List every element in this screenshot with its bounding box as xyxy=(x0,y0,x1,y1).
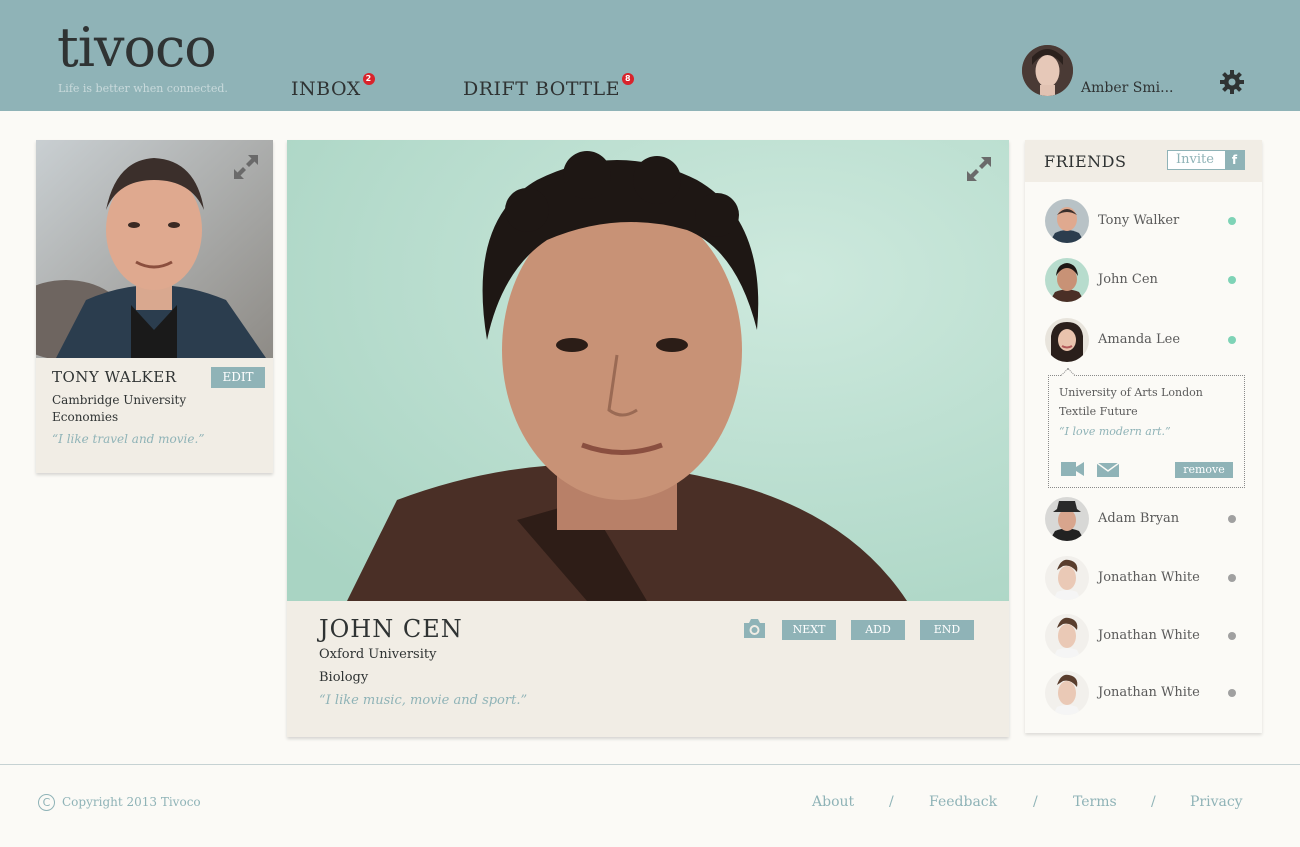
offline-status-dot xyxy=(1228,574,1236,582)
facebook-icon: f xyxy=(1225,151,1244,169)
footer-separator: / xyxy=(889,794,894,810)
friend-name: Tony Walker xyxy=(1098,213,1180,228)
online-status-dot xyxy=(1228,276,1236,284)
nav-inbox-label: INBOX xyxy=(291,78,361,100)
invite-button[interactable]: Invite f xyxy=(1167,150,1245,170)
friend-item[interactable]: Jonathan White xyxy=(1025,614,1262,660)
match-name: JOHN CEN xyxy=(319,615,463,643)
remove-friend-button[interactable]: remove xyxy=(1175,462,1233,478)
offline-status-dot xyxy=(1228,515,1236,523)
match-quote: “I like music, movie and sport.” xyxy=(319,693,528,708)
match-major: Biology xyxy=(319,670,369,685)
friend-name: Amanda Lee xyxy=(1098,332,1181,347)
popover-school: University of Arts London xyxy=(1059,386,1203,399)
friend-name: Jonathan White xyxy=(1098,628,1200,643)
user-avatar[interactable] xyxy=(1022,45,1073,96)
expand-icon[interactable] xyxy=(230,151,262,183)
friend-item[interactable]: John Cen xyxy=(1025,258,1262,304)
drift-bottle-badge: 8 xyxy=(622,73,635,85)
friends-title: FRIENDS xyxy=(1044,152,1127,171)
nav-drift-bottle[interactable]: DRIFT BOTTLE 8 xyxy=(463,73,635,100)
offline-status-dot xyxy=(1228,632,1236,640)
match-card: JOHN CEN Oxford University Biology “I li… xyxy=(287,140,1009,737)
footer-link-about[interactable]: About xyxy=(812,794,854,810)
friend-avatar xyxy=(1045,258,1089,302)
copyright-icon: C xyxy=(38,794,55,811)
video-call-icon[interactable] xyxy=(1061,461,1084,480)
expand-icon[interactable] xyxy=(963,153,995,185)
friend-avatar xyxy=(1045,556,1089,600)
top-header: tivoco Life is better when connected. IN… xyxy=(0,0,1300,111)
profile-name: TONY WALKER xyxy=(52,368,177,386)
profile-school: Cambridge University Economies xyxy=(52,392,212,426)
friend-avatar xyxy=(1045,497,1089,541)
footer-link-privacy[interactable]: Privacy xyxy=(1190,794,1243,810)
invite-label: Invite xyxy=(1176,152,1214,167)
online-status-dot xyxy=(1228,336,1236,344)
friend-name: John Cen xyxy=(1098,272,1158,287)
profile-school-line2: Economies xyxy=(52,410,119,424)
nav-drift-bottle-label: DRIFT BOTTLE xyxy=(463,78,621,100)
friend-avatar xyxy=(1045,318,1089,362)
friend-avatar xyxy=(1045,199,1089,243)
friend-item[interactable]: Tony Walker xyxy=(1025,199,1262,245)
logo[interactable]: tivoco xyxy=(57,18,217,78)
friend-name: Jonathan White xyxy=(1098,570,1200,585)
friend-item[interactable]: Adam Bryan xyxy=(1025,497,1262,543)
match-photo xyxy=(287,140,1009,601)
friends-header: FRIENDS Invite f xyxy=(1025,140,1262,182)
camera-icon[interactable] xyxy=(742,618,767,639)
match-school: Oxford University xyxy=(319,647,437,662)
profile-card: TONY WALKER EDIT Cambridge University Ec… xyxy=(36,140,273,473)
add-button[interactable]: ADD xyxy=(851,620,905,640)
offline-status-dot xyxy=(1228,689,1236,697)
profile-school-line1: Cambridge University xyxy=(52,393,187,407)
nav-inbox[interactable]: INBOX 2 xyxy=(291,73,375,100)
footer-link-terms[interactable]: Terms xyxy=(1073,794,1117,810)
popover-quote: “I love modern art.” xyxy=(1059,425,1171,438)
popover-arrow xyxy=(1060,367,1076,383)
footer-divider xyxy=(0,764,1300,765)
friend-avatar xyxy=(1045,671,1089,715)
footer-separator: / xyxy=(1033,794,1038,810)
footer-link-feedback[interactable]: Feedback xyxy=(929,794,997,810)
friend-item[interactable]: Jonathan White xyxy=(1025,556,1262,602)
popover-major: Textile Future xyxy=(1059,405,1138,418)
friend-item[interactable]: Amanda Lee xyxy=(1025,318,1262,364)
user-name[interactable]: Amber Smi... xyxy=(1081,80,1173,96)
edit-button[interactable]: EDIT xyxy=(211,367,265,388)
friend-item[interactable]: Jonathan White xyxy=(1025,671,1262,717)
friend-name: Jonathan White xyxy=(1098,685,1200,700)
inbox-badge: 2 xyxy=(362,73,375,85)
copyright-text: Copyright 2013 Tivoco xyxy=(62,795,201,809)
friends-panel: FRIENDS Invite f Tony Walker John Cen Am… xyxy=(1025,140,1262,733)
friend-details-popover: University of Arts London Textile Future… xyxy=(1048,367,1245,488)
friend-name: Adam Bryan xyxy=(1098,511,1180,526)
next-button[interactable]: NEXT xyxy=(782,620,836,640)
footer-separator: / xyxy=(1151,794,1156,810)
end-button[interactable]: END xyxy=(920,620,974,640)
online-status-dot xyxy=(1228,217,1236,225)
friend-avatar xyxy=(1045,614,1089,658)
profile-quote: “I like travel and movie.” xyxy=(52,432,205,446)
mail-icon[interactable] xyxy=(1096,462,1120,481)
tagline: Life is better when connected. xyxy=(58,82,228,95)
gear-icon[interactable] xyxy=(1219,69,1245,95)
